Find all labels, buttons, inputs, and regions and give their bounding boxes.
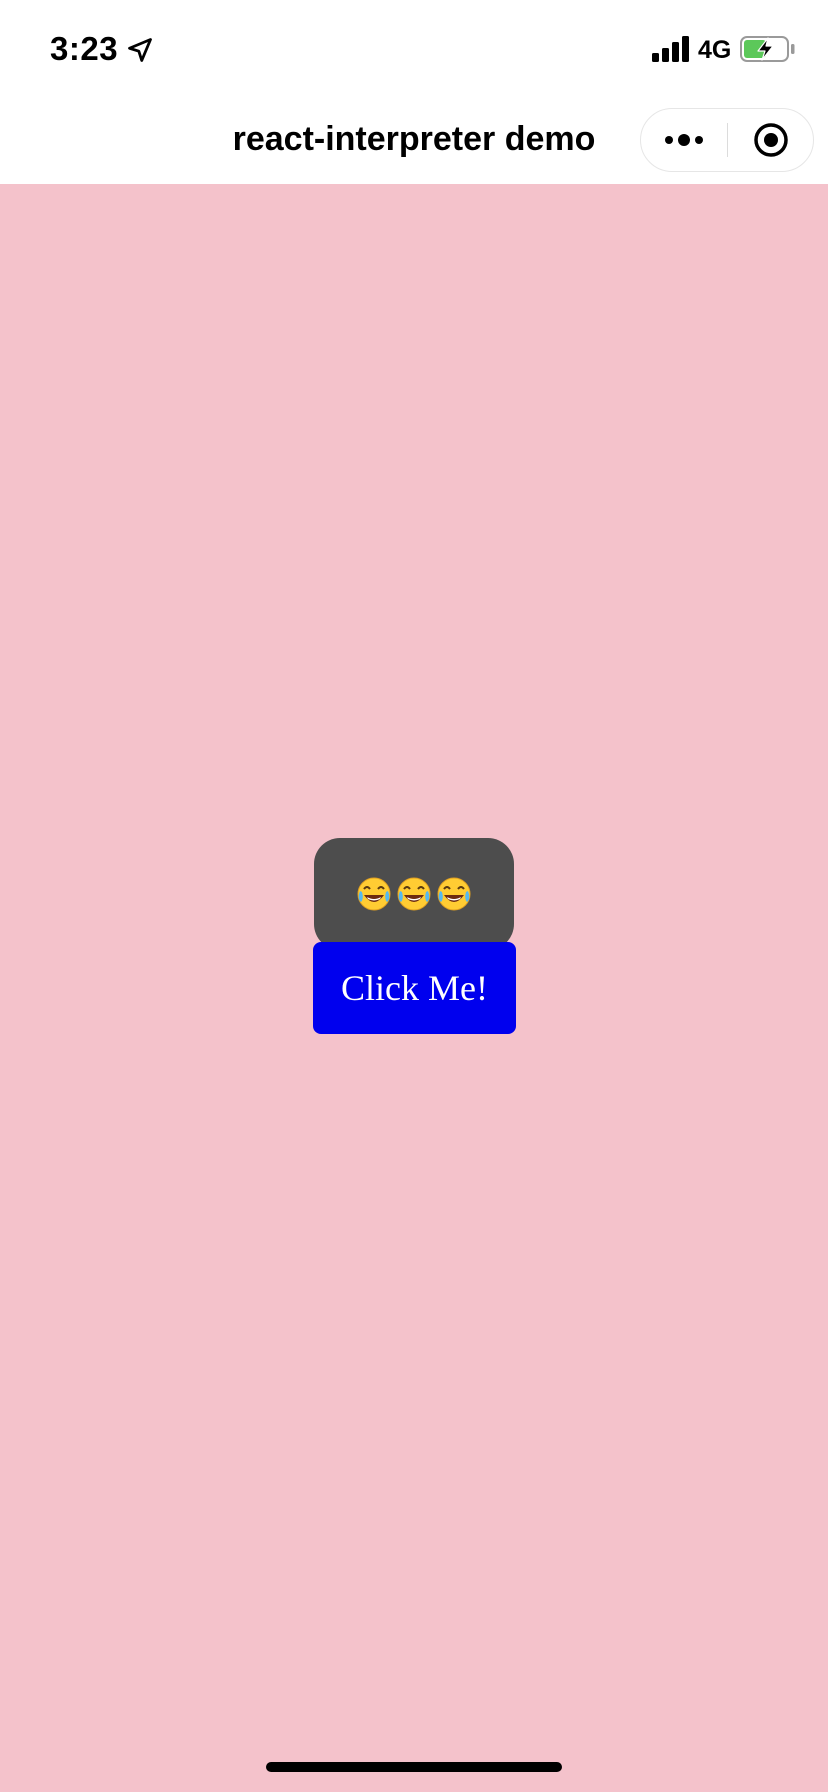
- battery-charging-icon: [740, 36, 795, 62]
- location-arrow-icon: [128, 38, 152, 62]
- tears-of-joy-emoji-icon: [437, 877, 471, 911]
- emoji-box: [314, 838, 514, 950]
- status-bar: 3:23 4G: [0, 0, 828, 98]
- tears-of-joy-emoji-icon: [397, 877, 431, 911]
- more-button[interactable]: [641, 109, 727, 171]
- network-type: 4G: [698, 36, 732, 64]
- click-me-button[interactable]: Click Me!: [313, 942, 516, 1034]
- content-area: Click Me!: [0, 184, 828, 1792]
- emoji-row: [355, 875, 473, 913]
- close-miniprogram-button[interactable]: [728, 109, 814, 171]
- home-indicator[interactable]: [266, 1762, 562, 1772]
- menu-capsule: [640, 108, 814, 172]
- target-circle-icon: [754, 123, 788, 157]
- status-time: 3:23: [50, 30, 119, 67]
- cellular-signal-icon: [652, 36, 689, 62]
- nav-bar: react-interpreter demo: [0, 98, 828, 184]
- more-dots-icon: [665, 134, 703, 146]
- tears-of-joy-emoji-icon: [357, 877, 391, 911]
